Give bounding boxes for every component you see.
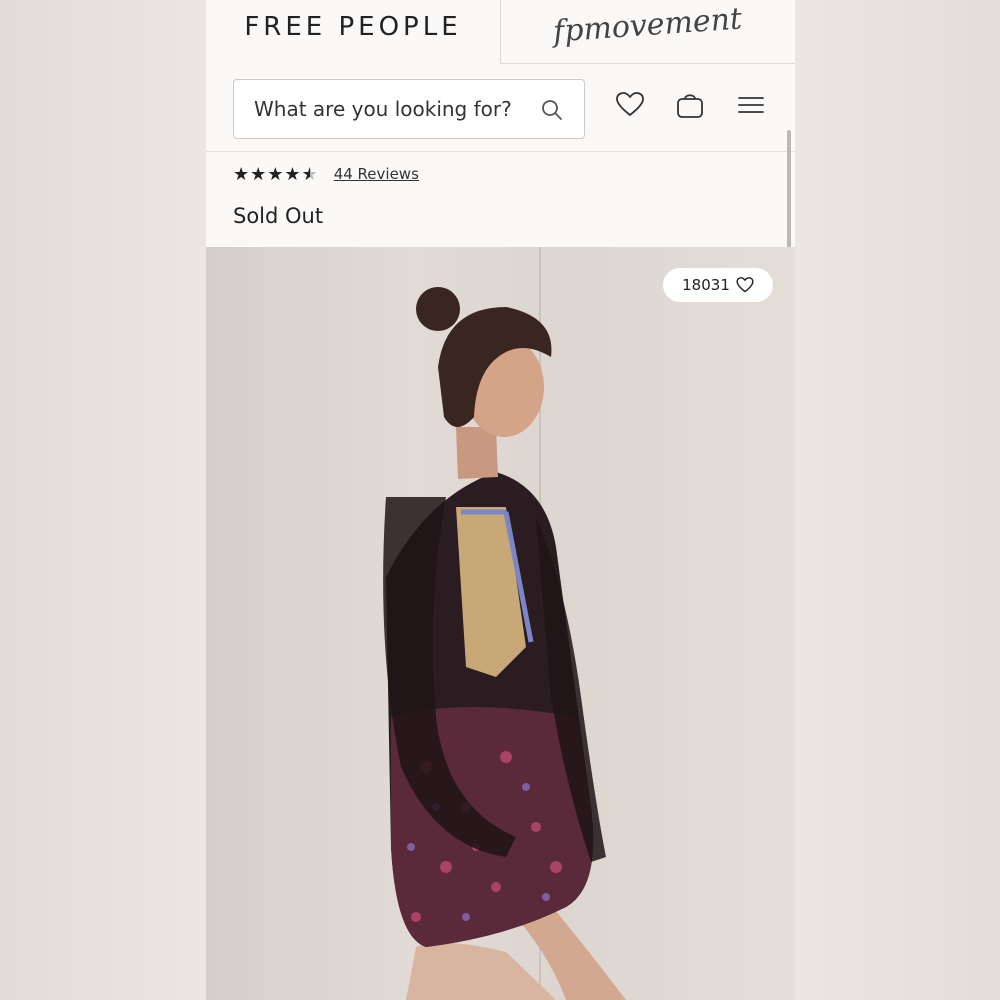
brand-header: FREE PEOPLE fpmovement bbox=[206, 0, 795, 64]
star-icon: ★ bbox=[233, 164, 250, 184]
fp-movement-logo: fpmovement bbox=[552, 1, 744, 50]
star-icon: ★ bbox=[284, 164, 301, 184]
search-input[interactable]: What are you looking for? bbox=[233, 79, 585, 139]
product-image[interactable]: 18031 bbox=[206, 247, 795, 1000]
search-icon[interactable] bbox=[540, 98, 564, 122]
heart-icon bbox=[736, 277, 754, 293]
free-people-logo-link[interactable]: FREE PEOPLE bbox=[206, 0, 500, 64]
reviews-link[interactable]: 44 Reviews bbox=[334, 165, 419, 183]
backdrop-left bbox=[0, 0, 206, 1000]
search-bar-row: What are you looking for? bbox=[206, 64, 795, 152]
star-icon: ★ bbox=[250, 164, 267, 184]
product-rating: ★ ★ ★ ★ ★ 44 Reviews bbox=[233, 162, 419, 186]
phone-screen: FREE PEOPLE fpmovement What are you look… bbox=[206, 0, 795, 1000]
model-photo bbox=[383, 247, 626, 1000]
star-icon: ★ bbox=[301, 164, 318, 184]
star-rating: ★ ★ ★ ★ ★ bbox=[233, 165, 318, 183]
star-icon: ★ bbox=[267, 164, 284, 184]
backdrop-right bbox=[795, 0, 1000, 1000]
favorite-count-button[interactable]: 18031 bbox=[663, 268, 773, 302]
hamburger-menu-icon[interactable] bbox=[736, 90, 766, 120]
favorite-count: 18031 bbox=[682, 276, 730, 294]
fp-movement-logo-link[interactable]: fpmovement bbox=[500, 0, 795, 64]
free-people-logo: FREE PEOPLE bbox=[244, 12, 462, 42]
shopping-bag-icon[interactable] bbox=[675, 90, 705, 120]
availability-status: Sold Out bbox=[233, 204, 324, 228]
heart-icon[interactable] bbox=[615, 90, 645, 120]
search-placeholder: What are you looking for? bbox=[254, 97, 512, 121]
